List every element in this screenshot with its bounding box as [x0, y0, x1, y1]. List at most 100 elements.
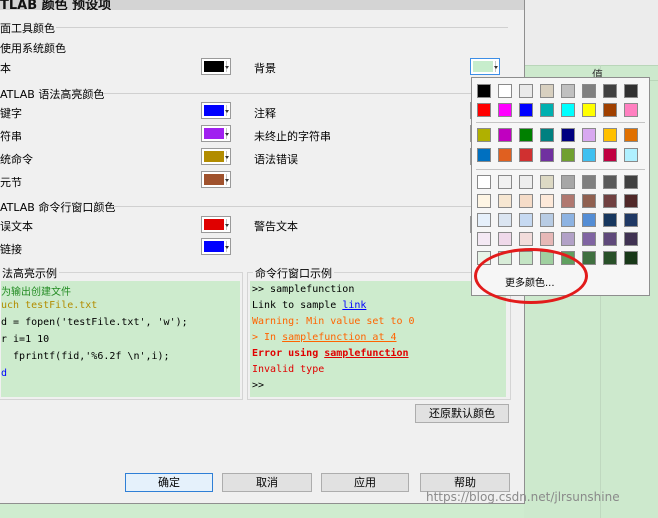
color-swatch-cell[interactable]: [624, 175, 638, 189]
color-swatch-cell[interactable]: [624, 232, 638, 246]
color-swatch-cell[interactable]: [477, 175, 491, 189]
color-swatch-cell[interactable]: [582, 84, 596, 98]
color-swatch-cell[interactable]: [561, 84, 575, 98]
warning-hyperlink[interactable]: samplefunction at 4: [282, 332, 396, 343]
color-swatch-cell[interactable]: [519, 84, 533, 98]
color-swatch-cell[interactable]: [603, 84, 617, 98]
color-swatch-cell[interactable]: [540, 103, 554, 117]
color-swatch-cell[interactable]: [561, 175, 575, 189]
color-swatch-cell[interactable]: [561, 213, 575, 227]
color-swatch-cell[interactable]: [582, 213, 596, 227]
color-swatch-cell[interactable]: [582, 175, 596, 189]
color-swatch-cell[interactable]: [561, 148, 575, 162]
warning-text-label: 警告文本: [254, 220, 298, 233]
color-swatch-cell[interactable]: [603, 194, 617, 208]
color-swatch-cell[interactable]: [582, 103, 596, 117]
color-swatch-cell[interactable]: [624, 128, 638, 142]
color-swatch-cell[interactable]: [477, 103, 491, 117]
color-swatch-cell[interactable]: [624, 251, 638, 265]
background-color-picker[interactable]: [470, 58, 500, 75]
color-swatch-cell[interactable]: [498, 84, 512, 98]
syscmd-color-fill: [204, 151, 224, 162]
color-swatch-cell[interactable]: [603, 251, 617, 265]
color-swatch-cell[interactable]: [582, 194, 596, 208]
color-swatch-cell[interactable]: [519, 148, 533, 162]
color-swatch-cell[interactable]: [498, 103, 512, 117]
color-swatch-cell[interactable]: [624, 148, 638, 162]
text-color-picker[interactable]: [201, 58, 231, 75]
color-swatch-cell[interactable]: [477, 194, 491, 208]
color-swatch-cell[interactable]: [498, 194, 512, 208]
cmd-line: Invalid type: [252, 364, 325, 375]
color-swatch-cell[interactable]: [624, 84, 638, 98]
section-divider: [103, 93, 508, 94]
color-swatch-cell[interactable]: [498, 213, 512, 227]
color-swatch-cell[interactable]: [498, 128, 512, 142]
color-swatch-cell[interactable]: [519, 194, 533, 208]
color-swatch-cell[interactable]: [540, 175, 554, 189]
color-swatch-cell[interactable]: [540, 148, 554, 162]
color-swatch-cell[interactable]: [540, 232, 554, 246]
cmd-line: > In samplefunction at 4: [252, 332, 397, 343]
color-swatch-cell[interactable]: [603, 175, 617, 189]
color-swatch-cell[interactable]: [561, 128, 575, 142]
color-swatch-cell[interactable]: [498, 175, 512, 189]
background-grid-line: [524, 65, 658, 66]
color-swatch-cell[interactable]: [561, 103, 575, 117]
system-command-color-picker[interactable]: [201, 148, 231, 165]
color-swatch-cell[interactable]: [624, 194, 638, 208]
color-swatch-cell[interactable]: [519, 128, 533, 142]
color-swatch-cell[interactable]: [582, 251, 596, 265]
color-swatch-cell[interactable]: [603, 213, 617, 227]
color-swatch-cell[interactable]: [582, 148, 596, 162]
keyword-color-picker[interactable]: [201, 102, 231, 119]
error-hyperlink[interactable]: samplefunction: [324, 348, 408, 359]
syntax-sample-title: 法高亮示例: [0, 265, 59, 281]
color-swatch-cell[interactable]: [540, 84, 554, 98]
cmd-sample-title: 命令行窗口示例: [253, 265, 334, 281]
code-line: d = fopen('testFile.txt', 'w');: [1, 317, 188, 328]
cancel-button[interactable]: 取消: [222, 473, 312, 492]
color-swatch-cell[interactable]: [561, 194, 575, 208]
color-swatch-cell[interactable]: [603, 128, 617, 142]
apply-button[interactable]: 应用: [321, 473, 409, 492]
text-color-fill: [204, 61, 224, 72]
string-label: 符串: [0, 130, 22, 143]
color-swatch-cell[interactable]: [582, 128, 596, 142]
color-swatch-cell[interactable]: [477, 84, 491, 98]
color-swatch-cell[interactable]: [624, 213, 638, 227]
color-swatch-cell[interactable]: [540, 213, 554, 227]
color-swatch-cell[interactable]: [477, 232, 491, 246]
code-line: r i=1 10: [1, 334, 50, 345]
color-swatch-cell[interactable]: [603, 103, 617, 117]
color-swatch-cell[interactable]: [582, 232, 596, 246]
color-swatch-cell[interactable]: [561, 232, 575, 246]
ok-button[interactable]: 确定: [125, 473, 213, 492]
color-swatch-cell[interactable]: [477, 148, 491, 162]
restore-defaults-button[interactable]: 还原默认颜色: [415, 404, 509, 423]
color-swatch-cell[interactable]: [603, 148, 617, 162]
color-swatch-cell[interactable]: [624, 103, 638, 117]
color-swatch-cell[interactable]: [498, 232, 512, 246]
cell-color-picker[interactable]: [201, 171, 231, 188]
dropdown-arrow-icon: [225, 224, 229, 227]
color-swatch-cell[interactable]: [519, 175, 533, 189]
color-swatch-cell[interactable]: [540, 194, 554, 208]
sample-hyperlink[interactable]: link: [342, 300, 366, 311]
color-swatch-cell[interactable]: [540, 128, 554, 142]
color-swatch-cell[interactable]: [603, 232, 617, 246]
color-swatch-cell[interactable]: [477, 213, 491, 227]
color-swatch-cell[interactable]: [519, 232, 533, 246]
color-swatch-cell[interactable]: [477, 128, 491, 142]
palette-divider: [476, 169, 645, 170]
error-text-color-picker[interactable]: [201, 216, 231, 233]
unterminated-string-label: 未终止的字符串: [254, 130, 331, 143]
error-text-color-fill: [204, 219, 224, 230]
string-color-picker[interactable]: [201, 125, 231, 142]
color-swatch-cell[interactable]: [519, 103, 533, 117]
hyperlink-color-picker[interactable]: [201, 238, 231, 255]
color-swatch-cell[interactable]: [519, 213, 533, 227]
dropdown-arrow-icon: [494, 66, 498, 69]
color-swatch-cell[interactable]: [498, 148, 512, 162]
text-color-label: 本: [0, 62, 11, 75]
